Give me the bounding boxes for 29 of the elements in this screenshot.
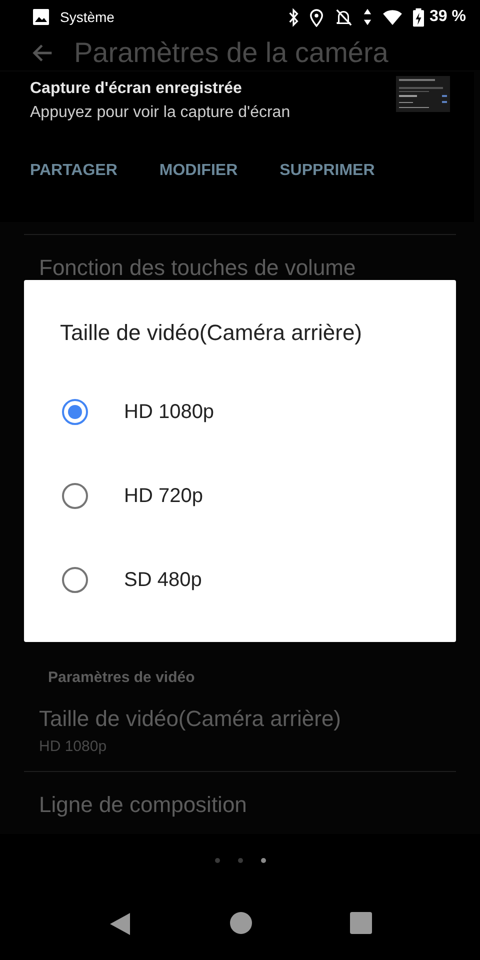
image-icon [32,8,50,26]
bell-off-icon [334,8,353,26]
setting-summary: HD 1080p [39,738,108,755]
back-icon[interactable] [108,912,132,936]
notification-title: Capture d'écran enregistrée [30,80,243,98]
radio-button[interactable] [62,567,88,593]
dialog-title: Taille de vidéo(Caméra arrière) [60,320,364,346]
wifi-icon [382,8,403,26]
bluetooth-icon [288,8,299,26]
battery-level: 39 % [430,8,466,26]
screen-title: Paramètres de la caméra [74,37,388,69]
notification-action[interactable]: PARTAGER [30,162,118,180]
home-icon[interactable] [230,912,252,934]
location-icon [308,8,324,26]
setting-title[interactable]: Fonction des touches de volume [39,255,441,281]
option-label[interactable]: SD 480p [124,568,202,592]
notification-source: Système [60,9,114,25]
radio-button[interactable] [62,483,88,509]
section-header: Paramètres de vidéo [47,669,196,686]
data-arrows-icon [362,8,372,26]
notification-action[interactable]: MODIFIER [159,162,238,180]
radio-button[interactable] [62,399,88,425]
setting-title[interactable]: Taille de vidéo(Caméra arrière) [39,706,441,732]
notification-action[interactable]: SUPPRIMER [280,162,375,180]
notification-text[interactable]: Appuyez pour voir la capture d'écran [30,104,396,122]
option-label[interactable]: HD 1080p [124,400,214,424]
option-label[interactable]: HD 720p [124,484,203,508]
battery-charging-icon [412,8,424,26]
setting-title[interactable]: Ligne de composition [39,792,441,818]
